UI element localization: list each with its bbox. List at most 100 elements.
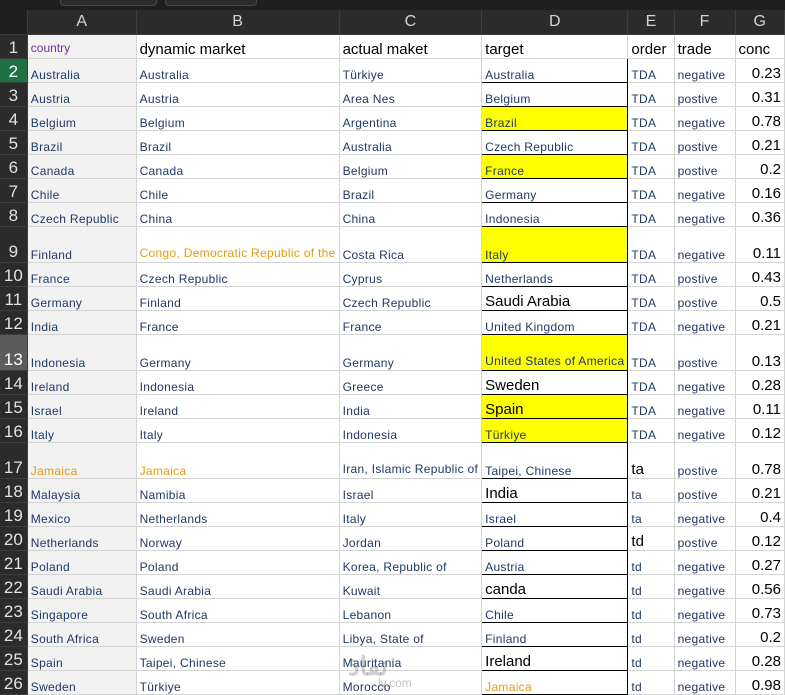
column-header-f[interactable]: F <box>674 10 736 35</box>
row-header[interactable]: 14 <box>0 370 28 395</box>
cell[interactable]: Australia <box>27 58 137 83</box>
cell[interactable]: Netherlands <box>136 502 340 527</box>
cell[interactable]: China <box>136 202 340 227</box>
cell[interactable]: Finland <box>136 286 340 311</box>
cell[interactable]: Indonesia <box>136 370 340 395</box>
cell[interactable]: 0.56 <box>735 574 785 599</box>
cell[interactable]: Germany <box>481 177 629 203</box>
row-header[interactable]: 25 <box>0 646 28 671</box>
cell[interactable]: TDA <box>627 226 675 263</box>
cell[interactable]: Australia <box>481 57 629 83</box>
cell[interactable]: TDA <box>627 82 675 107</box>
cell[interactable]: ta <box>627 502 675 527</box>
cell[interactable]: Brazil <box>136 130 340 155</box>
cell[interactable]: negative <box>674 370 736 395</box>
cell[interactable]: postive <box>674 478 736 503</box>
cell[interactable]: Mauritania <box>339 646 483 671</box>
cell[interactable]: Chile <box>136 178 340 203</box>
row-header[interactable]: 1 <box>0 34 28 59</box>
cell[interactable]: negative <box>674 622 736 647</box>
cell[interactable]: td <box>627 646 675 671</box>
cell[interactable]: Indonesia <box>339 418 483 443</box>
cell[interactable]: Spain <box>27 646 137 671</box>
cell[interactable]: Saudi Arabia <box>136 574 340 599</box>
cell[interactable]: TDA <box>627 394 675 419</box>
cell[interactable]: Italy <box>136 418 340 443</box>
cell[interactable]: Czech Republic <box>27 202 137 227</box>
cell[interactable]: Saudi Arabia <box>481 285 629 311</box>
cell[interactable]: Ireland <box>136 394 340 419</box>
row-header[interactable]: 20 <box>0 526 28 551</box>
cell[interactable]: South Africa <box>136 598 340 623</box>
row-header[interactable]: 19 <box>0 502 28 527</box>
cell[interactable]: Spain <box>481 393 629 419</box>
column-header-b[interactable]: B <box>136 10 340 35</box>
row-header[interactable]: 13 <box>0 334 28 371</box>
row-header[interactable]: 6 <box>0 154 28 179</box>
cell[interactable]: Finland <box>481 621 629 647</box>
cell[interactable]: Finland <box>27 226 137 263</box>
row-header[interactable]: 15 <box>0 394 28 419</box>
row-header[interactable]: 9 <box>0 226 28 263</box>
column-header-d[interactable]: D <box>481 10 629 35</box>
cell[interactable]: Iran, Islamic Republic of <box>339 442 483 479</box>
cell[interactable]: Libya, State of <box>339 622 483 647</box>
cell[interactable]: 0.21 <box>735 478 785 503</box>
cell[interactable]: China <box>339 202 483 227</box>
toolbar-tab[interactable] <box>165 0 257 6</box>
cell[interactable]: Canada <box>136 154 340 179</box>
cell[interactable]: Belgium <box>136 106 340 131</box>
cell[interactable]: country <box>27 34 137 59</box>
cell[interactable]: Italy <box>481 225 629 263</box>
cell[interactable]: Ireland <box>481 645 629 671</box>
toolbar-tab[interactable] <box>60 0 157 6</box>
cell[interactable]: TDA <box>627 58 675 83</box>
cell[interactable]: 0.78 <box>735 442 785 479</box>
cell[interactable]: 0.2 <box>735 622 785 647</box>
cell[interactable]: Italy <box>339 502 483 527</box>
cell[interactable]: Namibia <box>136 478 340 503</box>
cell[interactable]: dynamic market <box>136 34 340 59</box>
cell[interactable]: Korea, Republic of <box>339 550 483 575</box>
cell[interactable]: postive <box>674 442 736 479</box>
cell[interactable]: postive <box>674 82 736 107</box>
row-header[interactable]: 4 <box>0 106 28 131</box>
cell[interactable]: Brazil <box>27 130 137 155</box>
cell[interactable]: Germany <box>136 334 340 371</box>
cell[interactable]: 0.23 <box>735 58 785 83</box>
cell[interactable]: Poland <box>136 550 340 575</box>
cell[interactable]: Brazil <box>481 105 629 131</box>
cell[interactable]: Chile <box>481 597 629 623</box>
cell[interactable]: postive <box>674 130 736 155</box>
cell[interactable]: TDA <box>627 370 675 395</box>
cell[interactable]: 0.11 <box>735 394 785 419</box>
cell[interactable]: France <box>481 153 629 179</box>
cell[interactable]: 0.12 <box>735 418 785 443</box>
cell[interactable]: Poland <box>27 550 137 575</box>
cell[interactable]: United States of America <box>481 333 629 371</box>
cell[interactable]: 0.11 <box>735 226 785 263</box>
cell[interactable]: 0.12 <box>735 526 785 551</box>
cell[interactable]: South Africa <box>27 622 137 647</box>
cell[interactable]: td <box>627 526 675 551</box>
cell[interactable]: Türkiye <box>481 417 629 443</box>
cell[interactable]: Czech Republic <box>339 286 483 311</box>
cell[interactable]: td <box>627 622 675 647</box>
cell[interactable]: TDA <box>627 154 675 179</box>
cell[interactable]: target <box>481 34 629 59</box>
cell[interactable]: Sweden <box>136 622 340 647</box>
cell[interactable]: 0.5 <box>735 286 785 311</box>
cell[interactable]: 0.78 <box>735 106 785 131</box>
row-header[interactable]: 2 <box>0 58 28 83</box>
cell[interactable]: Italy <box>27 418 137 443</box>
cell[interactable]: 0.98 <box>735 670 785 695</box>
cell[interactable]: TDA <box>627 286 675 311</box>
cell[interactable]: TDA <box>627 262 675 287</box>
cell[interactable]: 0.31 <box>735 82 785 107</box>
cell[interactable]: TDA <box>627 334 675 371</box>
select-all-corner[interactable] <box>0 10 28 35</box>
cell[interactable]: Czech Republic <box>136 262 340 287</box>
cell[interactable]: TDA <box>627 310 675 335</box>
cell[interactable]: TDA <box>627 202 675 227</box>
column-header-g[interactable]: G <box>735 10 785 35</box>
